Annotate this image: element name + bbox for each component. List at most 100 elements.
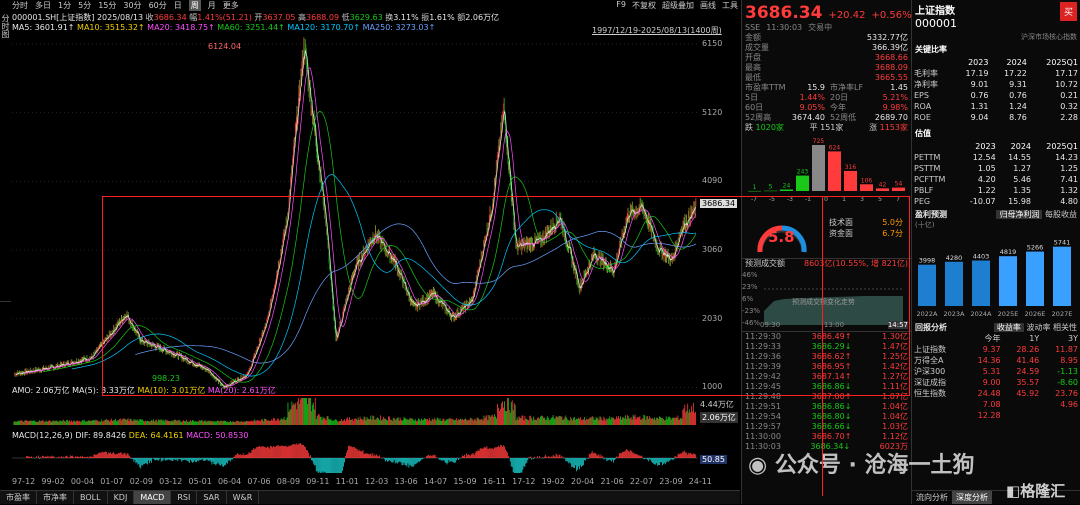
returns-tab-yield[interactable]: 收益率 [993,323,1024,332]
ma20-label: MA20: 3418.75↑ [147,23,215,32]
profit-value: 5741 [1054,239,1071,247]
profit-tab-eps[interactable]: 每股收益 [1045,210,1077,219]
stat2-value: 2689.70 [874,113,908,122]
tick-price: 3686.70↑ [811,432,852,441]
buy-button[interactable]: 买 [1059,2,1077,21]
table-cell: 4.20 [977,175,996,184]
amplitude-value: 1.61% [429,13,455,22]
low-value: 3629.63 [349,13,383,22]
tool-4[interactable]: 工具 [722,0,738,11]
macd-header: MACD(12,26,9) DIF: 89.8426 DEA: 64.4161 … [12,431,249,440]
table-row: 12.28 [912,410,1080,421]
table-header: 2024 [1006,58,1027,67]
tool-3[interactable]: 画线 [700,0,716,11]
table-cell: 深证成指 [914,378,946,387]
table-cell: PSTTM [914,164,941,173]
tick-time: 11:29:30 [745,332,781,341]
date-tick: 01-07 [100,477,124,486]
ma250-line [135,223,697,364]
table-row: 净利率 9.01 9.31 10.72 [912,79,1080,90]
table-cell: 10.72 [1055,80,1078,89]
tick-row: 11:29:33 3686.29↓ 1.47亿 [742,342,911,352]
price-chg: +20.42 [828,10,866,21]
table-cell: -8.60 [1057,378,1078,387]
table-row: 毛利率 17.19 17.22 17.17 [912,68,1080,79]
indicator-tab-6[interactable]: SAR [197,491,227,504]
valuation-title: 估值 [915,129,931,138]
tick-time: 11:29:54 [745,412,781,421]
date-tick: 09-11 [306,477,330,486]
profit-tab-net[interactable]: 归母净利润 [996,210,1043,219]
tool-0[interactable]: F9 [616,0,626,11]
dist-bar [844,170,857,191]
period-tab-0[interactable]: 分时 [12,0,28,11]
fundamental-panel: 上证指数 000001 买 沪深市场核心指数 关键比率 2023 2024 2025… [911,0,1080,504]
period-tab-3[interactable]: 5分 [78,0,91,11]
table-cell: 23.76 [1055,389,1078,398]
table-cell: 万得全A [914,356,944,365]
dist-bar [812,145,825,191]
flow-analysis-tab[interactable]: 流向分析 [912,491,952,504]
indicator-tab-3[interactable]: KDJ [108,491,135,504]
table-cell: 5.31 [982,367,1001,376]
dist-value: 725 [813,138,825,145]
dist-axis-label: 5 [878,196,882,203]
price-axis: 6150 5120 4090 3060 2030 1000 [700,34,740,394]
period-tab-1[interactable]: 多日 [35,0,51,11]
forecast-header: 预测成交额 8603亿(10.55%, 增 821亿) [742,258,911,269]
dist-value: 24 [783,182,791,189]
period-tab-10[interactable]: 更多 [223,0,239,11]
macd-chart[interactable] [12,441,698,475]
breadth-row: 跌 1020家 平 151家 涨 1153家 [745,123,908,132]
indicator-tab-1[interactable]: 市净率 [37,491,74,504]
profit-value: 4403 [973,253,990,261]
tick-price: 3686.62↑ [811,352,852,361]
tick-time: 11:29:45 [745,382,781,391]
table-row: ROA 1.31 1.24 0.32 [912,101,1080,112]
table-cell: PBLF [914,186,934,195]
table-cell: 28.26 [1016,345,1040,354]
table-cell: 1.05 [977,164,996,173]
period-tab-5[interactable]: 30分 [123,0,141,11]
returns-tab-vol[interactable]: 波动率 [1026,323,1050,332]
table-cell: 8.76 [1009,113,1027,122]
profit-bar [999,256,1017,306]
period-tab-8[interactable]: 周 [188,0,201,11]
indicator-tab-0[interactable]: 市盈率 [0,491,37,504]
tick-amount: 1.07亿 [882,392,908,401]
quote-info-line: 000001.SH[上证指数] 2025/08/13 收3686.34 幅1.4… [12,13,500,22]
indicator-tab-4[interactable]: MACD [134,491,172,504]
period-tab-2[interactable]: 1分 [58,0,71,11]
date-tick: 97-12 [12,477,36,486]
table-row: 深证成指 9.00 35.57 -8.60 [912,377,1080,388]
left-nav-item-0[interactable]: 分时图 [0,12,11,302]
table-cell: 14.55 [1008,153,1031,162]
table-header: 2023 [975,142,996,151]
stat2-label: 20日 [830,93,849,102]
stat-row: 最高 3688.09 [742,63,911,73]
stat2-value: 9.05% [799,103,825,112]
depth-analysis-tab[interactable]: 深度分析 [952,491,992,504]
period-tab-7[interactable]: 日 [174,0,182,11]
indicator-tab-5[interactable]: RSI [171,491,198,504]
table-cell: 沪深300 [914,367,946,376]
volume-chart[interactable] [12,397,698,425]
table-cell: EPS [914,91,929,100]
tool-2[interactable]: 超级叠加 [662,0,694,11]
indicator-tab-7[interactable]: W&R [227,491,260,504]
tool-1[interactable]: 不复权 [632,0,656,11]
tick-list[interactable]: 11:29:30 3686.49↑ 1.30亿 11:29:33 3686.29↓ 1.4… [742,331,911,452]
price-axis-tick: 6150 [702,39,723,48]
tick-amount: 1.27亿 [882,372,908,381]
stat-label: 成交量 [745,43,769,52]
period-tab-6[interactable]: 60分 [149,0,167,11]
returns-tab-corr[interactable]: 相关性 [1053,323,1077,332]
indicator-tab-2[interactable]: BOLL [74,491,108,504]
date-tick: 99-02 [41,477,65,486]
kline-chart[interactable] [12,34,698,394]
period-tab-4[interactable]: 15分 [98,0,116,11]
score-gauge-block: 5.8 技术面 5.0分 资金面 6.7分 [742,214,911,258]
price-axis-tick: 5120 [702,107,723,117]
table-cell: 14.23 [1055,153,1078,162]
period-tab-9[interactable]: 月 [208,0,216,11]
